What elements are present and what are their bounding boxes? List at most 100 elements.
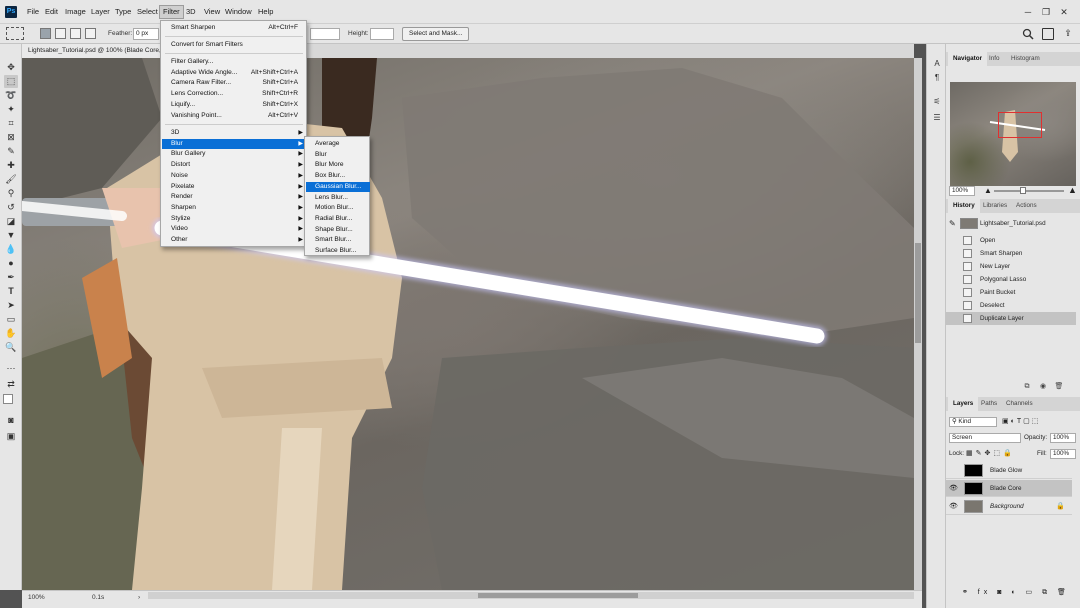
zoom-level[interactable]: 100% xyxy=(28,594,45,601)
menu-window[interactable]: Window xyxy=(222,5,255,19)
tab-info[interactable]: Info xyxy=(984,52,1005,66)
pen-tool-icon[interactable]: ✒ xyxy=(4,271,18,284)
workspace-icon[interactable] xyxy=(1042,28,1054,40)
blur-menu-item[interactable]: Motion Blur... xyxy=(306,203,370,214)
menu-view[interactable]: View xyxy=(201,5,223,19)
history-state[interactable]: Polygonal Lasso xyxy=(946,273,1076,286)
navigator-view-rect[interactable] xyxy=(998,112,1042,138)
blur-menu-item[interactable]: Radial Blur... xyxy=(306,214,370,225)
filter-menu-item[interactable]: Liquify... Shift+Ctrl+X xyxy=(162,100,307,111)
frame-tool-icon[interactable]: ⊠ xyxy=(4,131,18,144)
menu-file[interactable]: File xyxy=(24,5,42,19)
zoom-tool-icon[interactable]: 🔍 xyxy=(4,341,18,354)
paragraph-panel-icon[interactable]: ¶ xyxy=(931,72,943,84)
intersect-selection-icon[interactable] xyxy=(85,28,96,39)
history-state[interactable]: Smart Sharpen xyxy=(946,247,1076,260)
navigator-zoom-input[interactable]: 100% xyxy=(949,186,975,196)
history-state[interactable]: Open xyxy=(946,234,1076,247)
zoom-slider[interactable] xyxy=(994,190,1064,192)
lasso-tool-icon[interactable]: ➰ xyxy=(4,89,18,102)
add-selection-icon[interactable] xyxy=(55,28,66,39)
vertical-scroll-thumb[interactable] xyxy=(915,243,921,343)
marquee-tool-preset-icon[interactable] xyxy=(6,27,24,40)
filter-menu-item-blur[interactable]: Blur ▶ xyxy=(162,138,307,150)
path-select-icon[interactable]: ➤ xyxy=(4,299,18,312)
menu-type[interactable]: Type xyxy=(112,5,134,19)
eraser-icon[interactable]: ◪ xyxy=(4,215,18,228)
filter-menu-item[interactable]: Adaptive Wide Angle... Alt+Shift+Ctrl+A xyxy=(162,68,307,79)
filter-menu-item[interactable]: 3D ▶ xyxy=(162,128,307,139)
opacity-input[interactable]: 100% xyxy=(1050,433,1076,443)
eyedropper-icon[interactable]: ✎ xyxy=(4,145,18,158)
filter-menu-item[interactable]: Camera Raw Filter... Shift+Ctrl+A xyxy=(162,78,307,89)
type-tool-icon[interactable]: T xyxy=(4,285,18,298)
subtract-selection-icon[interactable] xyxy=(70,28,81,39)
fill-input[interactable]: 100% xyxy=(1050,449,1076,459)
filter-menu-item[interactable]: Pixelate ▶ xyxy=(162,182,307,193)
filter-menu-item[interactable]: Vanishing Point... Alt+Ctrl+V xyxy=(162,111,307,122)
more-tools-icon[interactable]: ⋯ xyxy=(4,362,18,375)
tab-layers[interactable]: Layers xyxy=(948,397,979,411)
select-and-mask-button[interactable]: Select and Mask... xyxy=(402,27,470,41)
filter-menu-item[interactable]: Stylize ▶ xyxy=(162,214,307,225)
layer-filter-kind[interactable]: ⚲ Kind xyxy=(949,417,997,427)
filter-menu-item[interactable]: Noise ▶ xyxy=(162,171,307,182)
quick-mask-icon[interactable]: ◙ xyxy=(4,414,18,427)
zoom-out-icon[interactable]: ▲ xyxy=(984,186,992,195)
tab-histogram[interactable]: Histogram xyxy=(1006,52,1045,66)
filter-menu-item[interactable]: Video ▶ xyxy=(162,224,307,235)
crop-tool-icon[interactable]: ⌗ xyxy=(4,117,18,130)
menu-image[interactable]: Image xyxy=(62,5,89,19)
magic-wand-icon[interactable]: ✦ xyxy=(4,103,18,116)
blur-menu-item[interactable]: Shape Blur... xyxy=(306,225,370,236)
filter-menu-item[interactable]: Lens Correction... Shift+Ctrl+R xyxy=(162,89,307,100)
layer-row-selected[interactable]: 👁 Blade Core xyxy=(946,480,1072,497)
blur-menu-item[interactable]: Box Blur... xyxy=(306,171,370,182)
filter-menu-item[interactable]: Distort ▶ xyxy=(162,160,307,171)
filter-menu-item[interactable]: Render ▶ xyxy=(162,192,307,203)
blend-mode-select[interactable]: Screen xyxy=(949,433,1021,443)
blur-menu-item[interactable]: Blur xyxy=(306,150,370,161)
filter-menu-item[interactable]: Other ▶ xyxy=(162,235,307,246)
tab-actions[interactable]: Actions xyxy=(1011,199,1042,213)
horizontal-scrollbar[interactable] xyxy=(148,592,914,599)
properties-panel-icon[interactable]: ⚟ xyxy=(931,96,943,108)
new-document-from-state-icon[interactable]: ⧉ xyxy=(1022,382,1032,392)
navigator-thumbnail[interactable] xyxy=(950,82,1076,186)
brush-tool-icon[interactable]: 🖌 xyxy=(4,173,18,186)
tab-paths[interactable]: Paths xyxy=(976,397,1002,411)
filter-menu-item[interactable]: Convert for Smart Filters xyxy=(162,40,307,51)
tab-history[interactable]: History xyxy=(948,199,980,213)
status-info[interactable]: 0.1s xyxy=(92,594,104,601)
history-brush-source-icon[interactable]: ✎ xyxy=(949,217,956,230)
menu-layer[interactable]: Layer xyxy=(88,5,113,19)
menu-edit[interactable]: Edit xyxy=(42,5,61,19)
adjustments-panel-icon[interactable]: ☰ xyxy=(931,112,943,124)
history-state[interactable]: New Layer xyxy=(946,260,1076,273)
clone-stamp-icon[interactable]: ⚲ xyxy=(4,187,18,200)
restore-icon[interactable]: ❐ xyxy=(1040,6,1052,18)
close-icon[interactable]: ✕ xyxy=(1058,6,1070,18)
dodge-tool-icon[interactable]: ● xyxy=(4,257,18,270)
history-snapshot[interactable]: ✎ Lightsaber_Tutorial.psd xyxy=(946,217,1076,230)
hand-tool-icon[interactable]: ✋ xyxy=(4,327,18,340)
vertical-scrollbar[interactable] xyxy=(914,58,922,590)
swap-colors-icon[interactable]: ⇄ xyxy=(4,378,18,391)
blur-menu-item[interactable]: Smart Blur... xyxy=(306,235,370,246)
history-brush-icon[interactable]: ↺ xyxy=(4,201,18,214)
tab-channels[interactable]: Channels xyxy=(1001,397,1038,411)
document-tab[interactable]: Lightsaber_Tutorial.psd @ 100% (Blade Co… xyxy=(22,44,164,58)
eye-icon[interactable]: 👁 xyxy=(949,498,959,515)
paint-bucket-icon[interactable]: ▼ xyxy=(4,229,18,242)
foreground-color-swatch[interactable] xyxy=(3,394,13,404)
history-state[interactable]: Paint Bucket xyxy=(946,286,1076,299)
menu-filter[interactable]: Filter xyxy=(159,5,184,19)
feather-input[interactable]: 0 px xyxy=(133,28,159,40)
blur-menu-item[interactable]: Surface Blur... xyxy=(306,246,370,257)
menu-3d[interactable]: 3D xyxy=(183,5,199,19)
tab-libraries[interactable]: Libraries xyxy=(978,199,1012,213)
character-panel-icon[interactable]: A xyxy=(931,58,943,70)
layer-filter-icons[interactable]: ▣◐T▢⬚ xyxy=(1002,417,1040,425)
new-selection-icon[interactable] xyxy=(40,28,51,39)
trash-icon[interactable]: 🗑 xyxy=(1054,382,1064,392)
